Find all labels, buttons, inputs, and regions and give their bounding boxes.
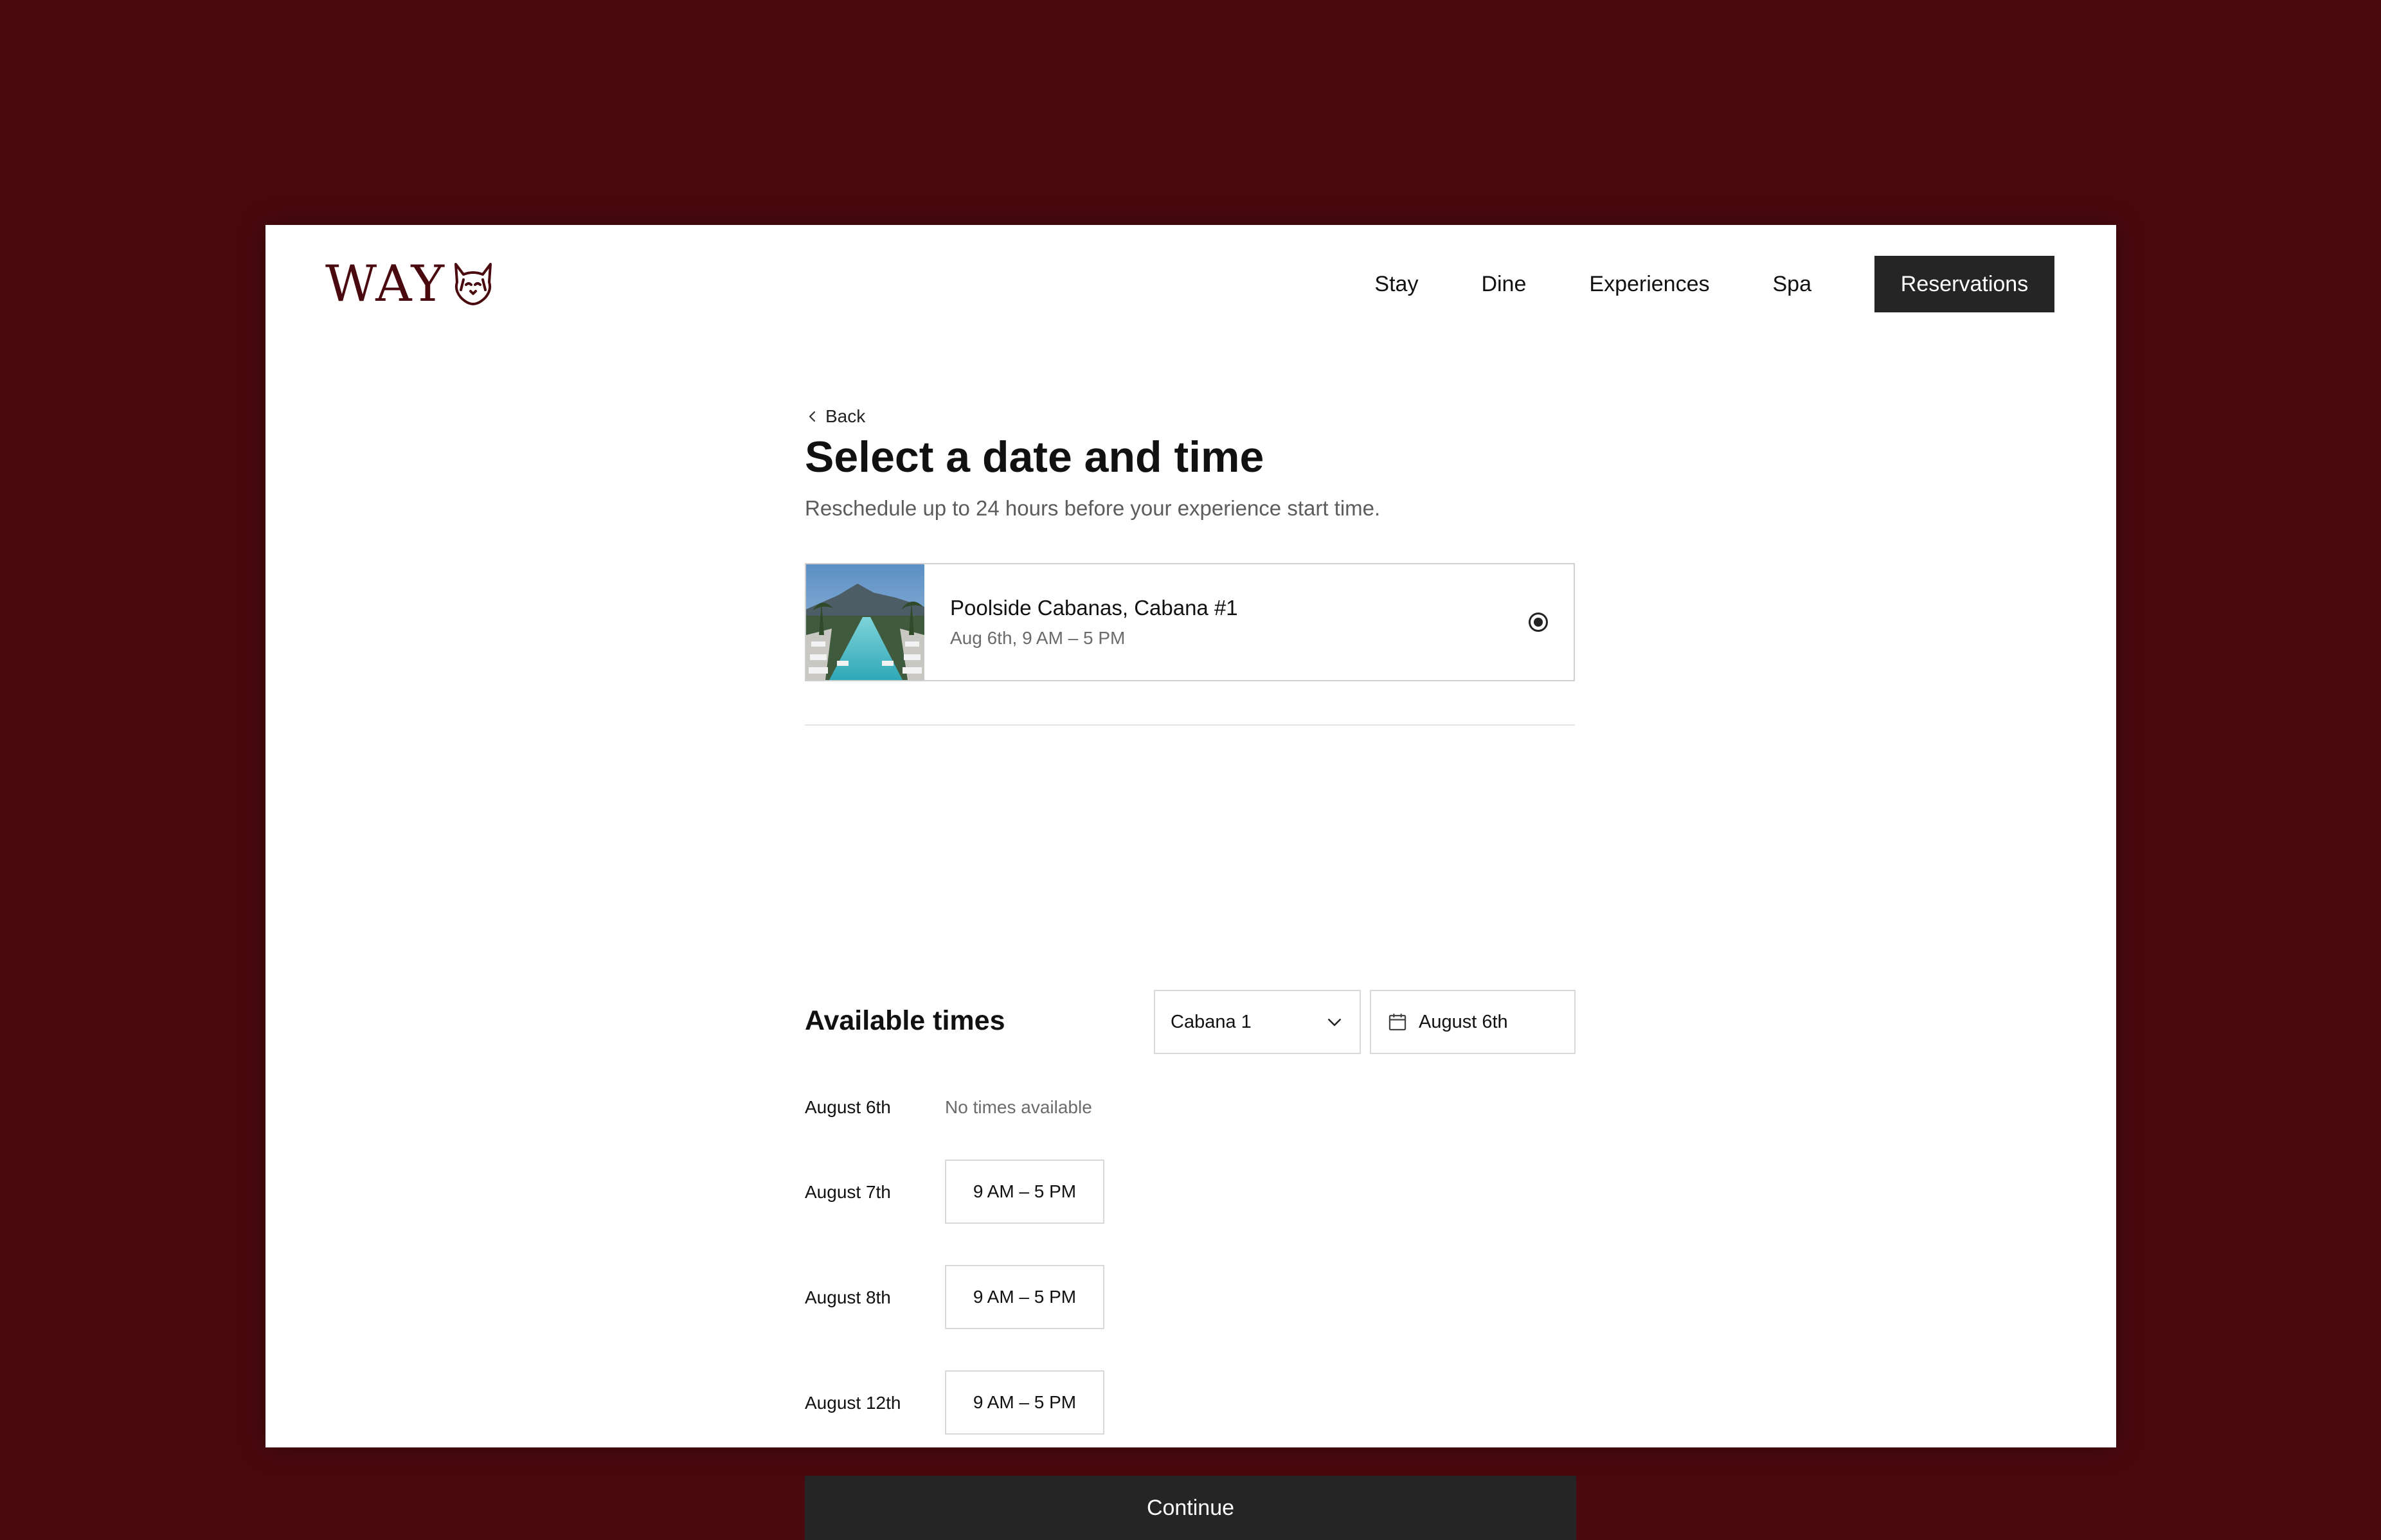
calendar-icon bbox=[1388, 1014, 1406, 1031]
page-frame: WAY Stay Dine Experiences Spa Reservatio… bbox=[265, 225, 2116, 1540]
row-date-august-6: August 6th bbox=[805, 1097, 891, 1117]
section-divider bbox=[805, 724, 1575, 726]
main-nav: Stay Dine Experiences Spa Reservations bbox=[1374, 256, 2054, 312]
reservation-name: Poolside Cabanas, Cabana #1 bbox=[950, 596, 1238, 620]
cat-logo-icon bbox=[454, 263, 492, 305]
reservation-card[interactable]: Poolside Cabanas, Cabana #1 Aug 6th, 9 A… bbox=[805, 563, 1575, 681]
chevron-down-icon bbox=[1328, 1019, 1341, 1026]
chevron-left-icon bbox=[809, 411, 816, 422]
back-link[interactable]: Back bbox=[805, 406, 865, 427]
date-picker[interactable]: August 6th bbox=[1370, 990, 1576, 1054]
nav-item-dine[interactable]: Dine bbox=[1481, 272, 1526, 297]
cabana-select[interactable]: Cabana 1 bbox=[1154, 990, 1361, 1054]
time-slot-august-12[interactable]: 9 AM – 5 PM bbox=[945, 1370, 1104, 1435]
reservation-radio[interactable] bbox=[1529, 613, 1548, 632]
brand-wordmark: WAY bbox=[325, 255, 445, 313]
time-slot-august-7[interactable]: 9 AM – 5 PM bbox=[945, 1159, 1104, 1224]
brand-logo[interactable]: WAY bbox=[325, 258, 497, 310]
pool-thumbnail bbox=[806, 564, 924, 680]
reservation-datetime: Aug 6th, 9 AM – 5 PM bbox=[950, 628, 1126, 648]
no-times-label: No times available bbox=[945, 1097, 1092, 1117]
row-date-august-12: August 12th bbox=[805, 1393, 901, 1413]
reservation-info: Poolside Cabanas, Cabana #1 Aug 6th, 9 A… bbox=[950, 596, 1529, 649]
nav-item-spa[interactable]: Spa bbox=[1773, 272, 1812, 297]
reservations-button[interactable]: Reservations bbox=[1874, 256, 2054, 312]
row-date-august-8: August 8th bbox=[805, 1287, 891, 1307]
row-date-august-7: August 7th bbox=[805, 1182, 891, 1202]
page-title: Select a date and time bbox=[805, 433, 1264, 481]
date-picker-value: August 6th bbox=[1419, 1011, 1508, 1032]
nav-item-experiences[interactable]: Experiences bbox=[1589, 272, 1709, 297]
cabana-select-value: Cabana 1 bbox=[1171, 1011, 1252, 1032]
nav-item-stay[interactable]: Stay bbox=[1374, 272, 1418, 297]
back-label: Back bbox=[825, 406, 866, 426]
page-subtitle: Reschedule up to 24 hours before your ex… bbox=[805, 496, 1381, 520]
available-times-heading: Available times bbox=[805, 1005, 1005, 1036]
continue-button[interactable]: Continue bbox=[805, 1476, 1576, 1540]
time-slot-august-8[interactable]: 9 AM – 5 PM bbox=[945, 1265, 1104, 1329]
radio-selected-dot bbox=[1534, 618, 1543, 627]
